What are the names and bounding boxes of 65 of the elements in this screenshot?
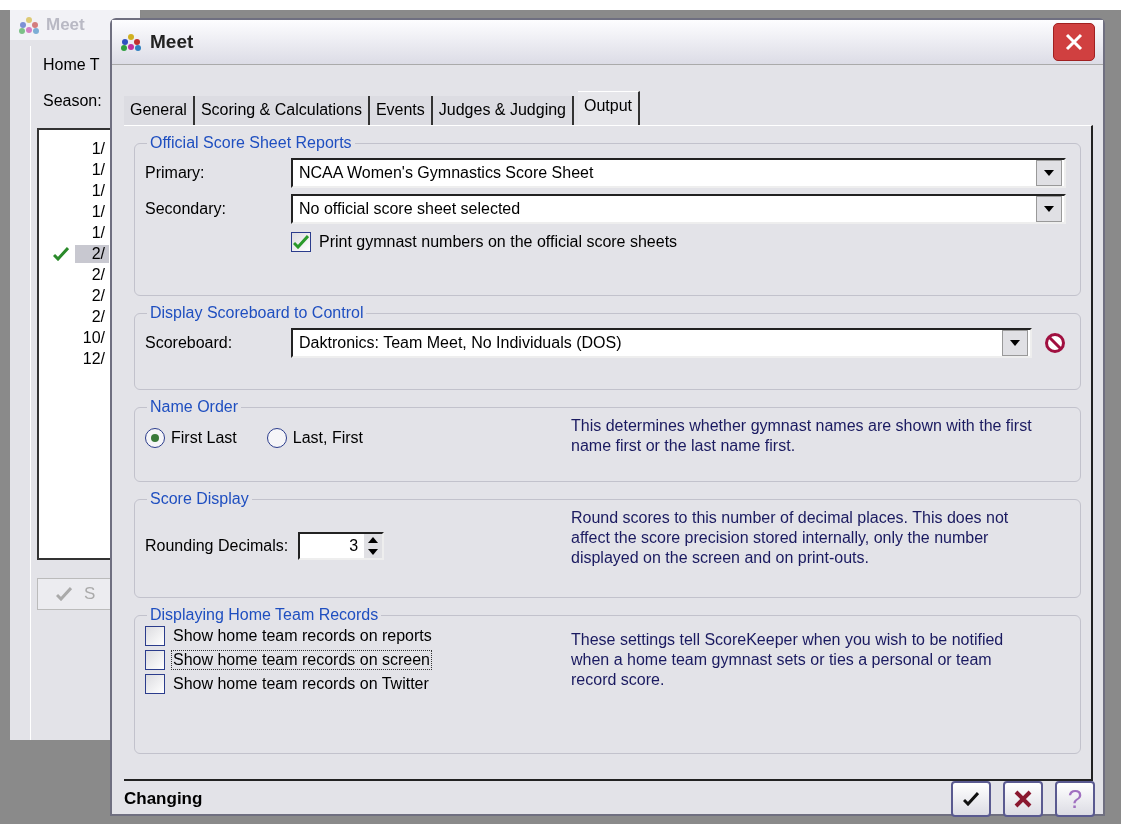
checkbox[interactable] [145, 650, 165, 670]
group-title: Official Score Sheet Reports [149, 134, 353, 152]
list-item[interactable]: 2/ [75, 244, 109, 263]
checkbox-label[interactable]: Show home team records on Twitter [171, 674, 431, 694]
field-label: Scoreboard: [145, 334, 234, 352]
checkbox[interactable] [145, 674, 165, 694]
field-label: Secondary: [145, 200, 227, 218]
tab[interactable]: General [124, 96, 195, 125]
dropdown-button[interactable] [1036, 160, 1062, 186]
group-title: Name Order [149, 398, 240, 416]
description-text: These settings tell ScoreKeeper when you wish to be notified when a home team gymnast sets or ties a personal or team record score. [571, 630, 1005, 690]
window-title: Meet [46, 15, 85, 35]
list-item[interactable]: 1/ [75, 223, 109, 242]
app-logo-icon [120, 33, 142, 51]
dropdown-field[interactable]: NCAA Women's Gymnastics Score Sheet [291, 158, 1066, 188]
list-item[interactable]: 10/ [75, 328, 109, 347]
dropdown-field[interactable]: No official score sheet selected [291, 194, 1066, 224]
checkbox-label[interactable]: Show home team records on reports [171, 626, 434, 646]
down-arrow-icon [368, 549, 379, 555]
dropdown-button[interactable] [1002, 330, 1028, 356]
app-logo-icon [18, 16, 40, 34]
group-title: Displaying Home Team Records [149, 606, 380, 624]
list-item[interactable]: 2/ [75, 286, 109, 305]
checkbox[interactable] [291, 232, 311, 252]
checkbox-label[interactable]: Show home team records on screen [171, 650, 432, 670]
group-title: Display Scoreboard to Control [149, 304, 365, 322]
check-icon [293, 235, 309, 249]
cross-icon [1013, 789, 1033, 809]
close-icon [1064, 32, 1084, 52]
caret-icon [1044, 170, 1054, 176]
window-title: Meet [150, 31, 195, 53]
up-arrow-icon [368, 537, 379, 543]
list-item[interactable]: 2/ [75, 265, 109, 284]
checkbox-label[interactable]: Print gymnast numbers on the official score sheets [317, 232, 680, 252]
no-entry-icon [1044, 332, 1066, 354]
number-spinner[interactable]: 3 [298, 532, 385, 560]
ok-button[interactable] [951, 781, 991, 817]
caret-icon [1010, 340, 1020, 346]
tab[interactable]: Scoring & Calculations [194, 96, 370, 125]
group-title: Score Display [149, 490, 250, 508]
description-text: Round scores to this number of decimal places. This does not affect the score precision stored internally, only the number displayed on the screen and on print-outs. [571, 508, 1010, 568]
check-icon [963, 792, 979, 806]
dropdown-field[interactable]: Daktronics: Team Meet, No Individuals (DOS) [291, 328, 1032, 358]
list-item[interactable]: 1/ [75, 202, 109, 221]
list-item[interactable]: 1/ [75, 139, 109, 158]
radio-button[interactable]: Last, First [266, 428, 364, 448]
list-item[interactable]: 1/ [75, 181, 109, 200]
tab[interactable]: Output [578, 91, 641, 125]
radio-button[interactable]: First Last [145, 428, 237, 448]
tab[interactable]: Judges & Judging [432, 96, 574, 125]
field-label: Rounding Decimals: [145, 537, 289, 555]
list-item[interactable]: 1/ [75, 160, 109, 179]
field-label: Home T [43, 56, 101, 74]
close-button[interactable] [1053, 23, 1095, 61]
cancel-button[interactable] [1003, 781, 1043, 817]
field-label: Primary: [145, 164, 206, 182]
caret-icon [1044, 206, 1054, 212]
checkbox[interactable] [145, 626, 165, 646]
tab[interactable]: Events [369, 96, 433, 125]
list-item[interactable]: 2/ [75, 307, 109, 326]
dropdown-button[interactable] [1036, 196, 1062, 222]
description-text: This determines whether gymnast names are shown with the first name first or the last name first. [571, 416, 1033, 456]
status-text: Changing [124, 789, 203, 809]
list-item[interactable]: 12/ [75, 349, 109, 368]
check-icon [56, 587, 72, 601]
